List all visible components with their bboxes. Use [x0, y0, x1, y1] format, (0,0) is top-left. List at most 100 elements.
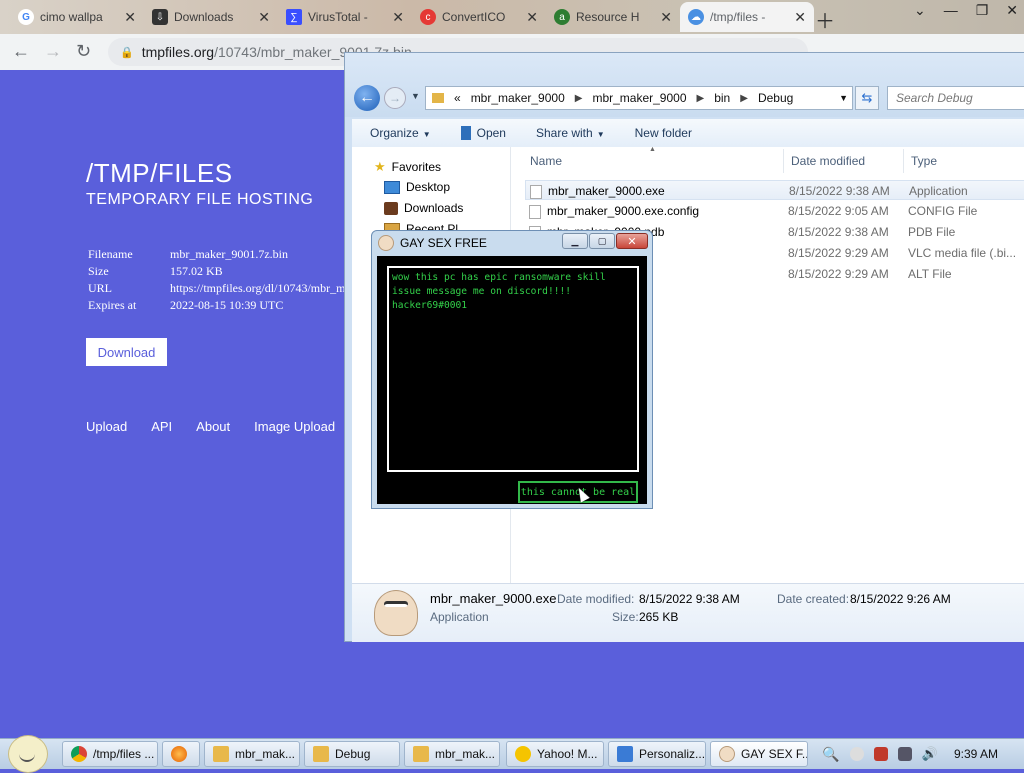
- taskbar-label: Yahoo! M...: [537, 747, 598, 761]
- link-upload[interactable]: Upload: [86, 419, 127, 434]
- forward-arrow-icon[interactable]: →: [44, 41, 62, 62]
- breadcrumb-item[interactable]: bin: [714, 91, 730, 105]
- close-button[interactable]: ✕: [616, 233, 648, 249]
- column-divider[interactable]: [783, 149, 784, 173]
- chevron-right-icon[interactable]: ▶: [575, 93, 583, 104]
- close-icon[interactable]: ✕: [660, 9, 672, 26]
- chevron-right-icon[interactable]: ▶: [697, 93, 705, 104]
- tab-resource[interactable]: a Resource H ✕: [546, 2, 680, 32]
- minimize-button[interactable]: ▁: [562, 233, 588, 249]
- tab-converter[interactable]: c ConvertICO ✕: [412, 2, 546, 32]
- restore-icon[interactable]: ❐: [976, 2, 989, 19]
- link-api[interactable]: API: [151, 419, 172, 434]
- chevron-down-icon: ▼: [596, 130, 605, 139]
- volume-icon[interactable]: 🔊: [922, 746, 938, 762]
- tab-google[interactable]: G cimo wallpa ✕: [10, 2, 144, 32]
- yahoo-smiley-icon: [515, 746, 531, 762]
- taskbar-item-explorer-2[interactable]: Debug: [304, 741, 400, 767]
- open-button[interactable]: Open: [460, 126, 506, 141]
- back-arrow-icon[interactable]: ←: [12, 41, 30, 62]
- organize-button[interactable]: Organize ▼: [370, 126, 431, 140]
- file-row[interactable]: mbr_maker_9000.exe 8/15/2022 9:38 AM App…: [525, 180, 1024, 200]
- forward-button[interactable]: →: [384, 87, 406, 109]
- peter-icon: [719, 746, 735, 762]
- chrome-icon: [71, 746, 87, 762]
- details-pane: mbr_maker_9000.exe Application Date modi…: [352, 583, 1024, 642]
- clock[interactable]: 9:39 AM: [954, 747, 998, 761]
- taskbar-item-yahoo[interactable]: Yahoo! M...: [506, 741, 604, 767]
- personalize-icon: [617, 746, 633, 762]
- refresh-button[interactable]: ⇆: [855, 86, 879, 110]
- close-icon[interactable]: ✕: [526, 9, 538, 26]
- system-tray: 🔍 🔊 9:39 AM: [822, 739, 1024, 769]
- taskbar-label: Personaliz...: [639, 747, 706, 761]
- tab-downloads[interactable]: ⇩ Downloads ✕: [144, 2, 278, 32]
- search-input[interactable]: Search Debug: [887, 86, 1024, 110]
- display-icon[interactable]: [897, 747, 912, 761]
- minimize-icon[interactable]: —: [944, 2, 958, 19]
- column-divider[interactable]: [903, 149, 904, 173]
- nav-desktop[interactable]: Desktop: [384, 180, 450, 194]
- taskbar-item-explorer-3[interactable]: mbr_mak...: [404, 741, 500, 767]
- network-warning-icon[interactable]: [873, 747, 888, 761]
- link-about[interactable]: About: [196, 419, 230, 434]
- taskbar-item-popup[interactable]: GAY SEX F...: [710, 741, 808, 767]
- history-dropdown-icon[interactable]: ▼: [411, 91, 420, 101]
- close-icon[interactable]: ✕: [124, 9, 136, 26]
- emoticon-icon[interactable]: [849, 747, 864, 761]
- info-url-link[interactable]: https://tmpfiles.org/dl/10743/mbr_m: [170, 281, 345, 296]
- reload-icon[interactable]: ↻: [76, 41, 91, 62]
- close-icon[interactable]: ✕: [392, 9, 404, 26]
- explorer-address-bar[interactable]: « mbr_maker_9000 ▶ mbr_maker_9000 ▶ bin ▶ D…: [425, 86, 853, 110]
- close-icon[interactable]: ✕: [1006, 2, 1018, 19]
- close-icon[interactable]: ✕: [258, 9, 270, 26]
- nav-favorites[interactable]: ★ Favorites: [374, 159, 441, 175]
- column-header-name[interactable]: Name: [530, 147, 562, 175]
- google-icon: G: [18, 9, 34, 25]
- close-icon[interactable]: ✕: [794, 9, 806, 26]
- taskbar-label: /tmp/files ...: [93, 747, 155, 761]
- info-key: Expires at: [88, 298, 137, 312]
- chevron-right-icon[interactable]: ▶: [740, 93, 748, 104]
- link-image-upload[interactable]: Image Upload: [254, 419, 335, 434]
- breadcrumb-item[interactable]: Debug: [758, 91, 793, 105]
- new-folder-button[interactable]: New folder: [635, 126, 692, 140]
- info-key: URL: [88, 281, 112, 295]
- file-name: mbr_maker_9000.exe: [530, 184, 665, 199]
- new-tab-button[interactable]: ＋: [815, 5, 835, 34]
- info-value: mbr_maker_9001.7z.bin: [170, 247, 288, 261]
- details-size-value: 265 KB: [639, 610, 679, 624]
- back-button[interactable]: ←: [354, 85, 380, 111]
- column-header-date[interactable]: Date modified: [791, 147, 865, 175]
- folder-icon: [213, 746, 229, 762]
- popup-titlebar[interactable]: GAY SEX FREE: [378, 235, 487, 251]
- taskbar-item-chrome[interactable]: /tmp/files ...: [62, 741, 158, 767]
- share-button[interactable]: Share with ▼: [536, 126, 605, 140]
- download-button[interactable]: Download: [86, 338, 167, 366]
- popup-window: GAY SEX FREE ▁ ▢ ✕ wow this pc has epic …: [371, 230, 653, 509]
- details-file-name: mbr_maker_9000.exe: [430, 591, 557, 606]
- breadcrumb-item[interactable]: mbr_maker_9000: [592, 91, 686, 105]
- breadcrumb-item[interactable]: mbr_maker_9000: [471, 91, 565, 105]
- info-key: Size: [88, 264, 109, 278]
- file-name-text: mbr_maker_9000.exe.config: [547, 204, 700, 218]
- search-icon[interactable]: 🔍: [822, 746, 839, 763]
- taskbar-item-firefox[interactable]: [162, 741, 200, 767]
- tab-tmpfiles[interactable]: ☁ /tmp/files - ✕: [680, 2, 814, 32]
- file-row[interactable]: mbr_maker_9000.exe.config 8/15/2022 9:05…: [525, 201, 1024, 221]
- tab-virustotal[interactable]: ∑ VirusTotal - ✕: [278, 2, 412, 32]
- taskbar-item-personalize[interactable]: Personaliz...: [608, 741, 706, 767]
- info-key: Filename: [88, 247, 133, 261]
- start-button[interactable]: [8, 735, 48, 773]
- chevron-down-icon[interactable]: ▼: [839, 93, 848, 103]
- maximize-button[interactable]: ▢: [589, 233, 615, 249]
- column-header-type[interactable]: Type: [911, 147, 937, 175]
- file-name: mbr_maker_9000.exe.config: [529, 204, 699, 219]
- maximize-icon: ▢: [597, 235, 607, 246]
- cloud-icon: ☁: [688, 9, 704, 25]
- taskbar-item-explorer-1[interactable]: mbr_mak...: [204, 741, 300, 767]
- ransom-message: wow this pc has epic ransomware skill is…: [387, 266, 639, 472]
- nav-downloads[interactable]: Downloads: [384, 201, 463, 215]
- share-label: Share with: [535, 126, 593, 140]
- dropdown-icon[interactable]: ⌄: [914, 2, 926, 19]
